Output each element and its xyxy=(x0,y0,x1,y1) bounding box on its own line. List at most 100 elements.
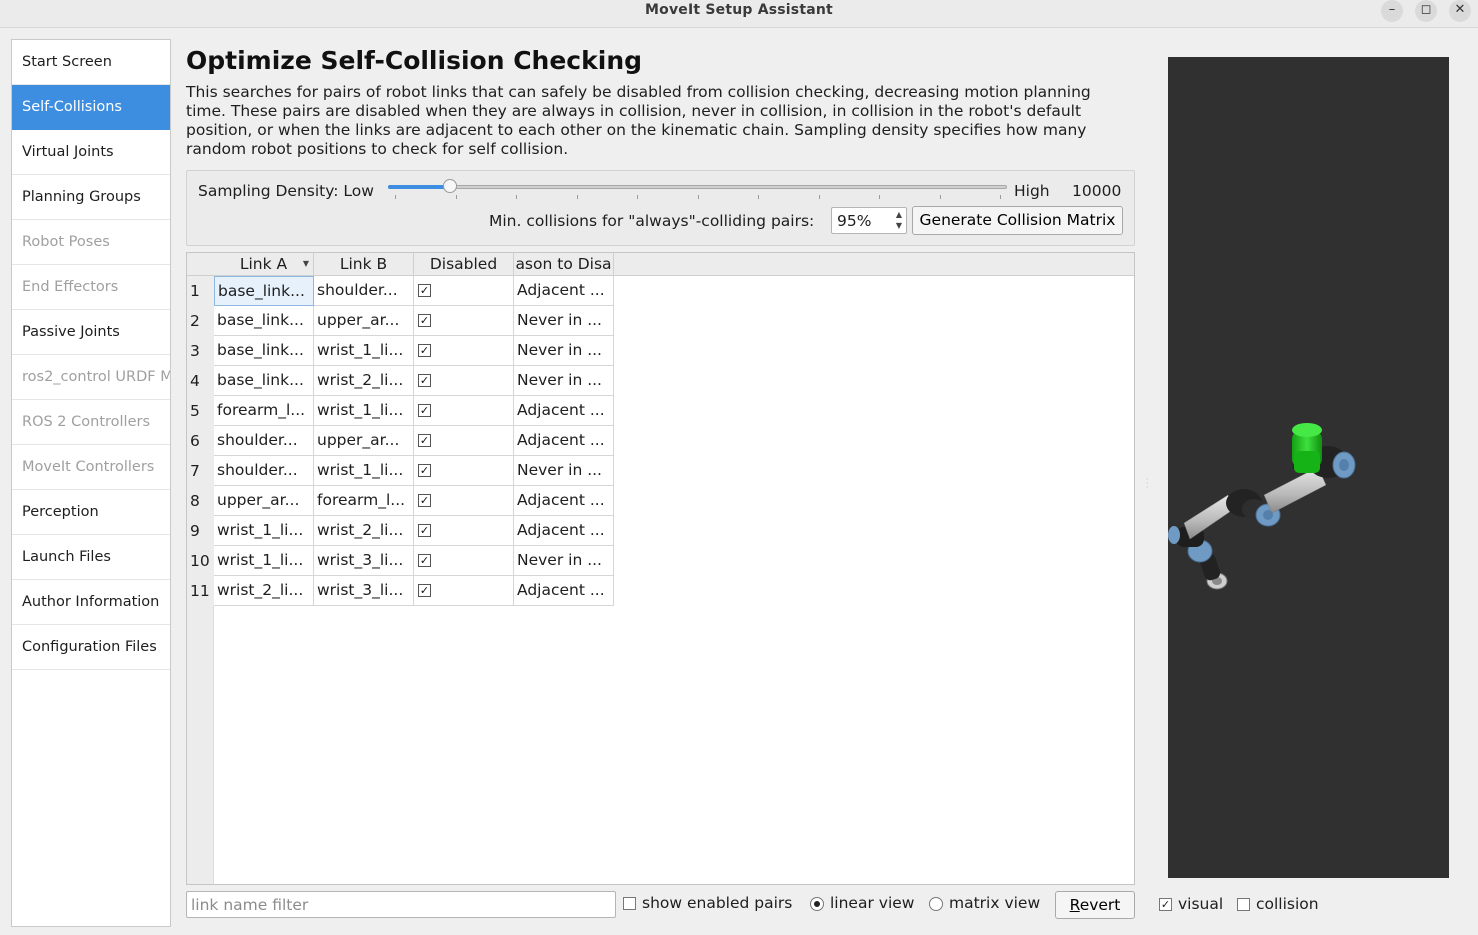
cell-disabled[interactable]: ✓ xyxy=(414,276,514,306)
cell-disabled[interactable]: ✓ xyxy=(414,456,514,486)
disabled-checkbox[interactable]: ✓ xyxy=(418,314,431,327)
cell-disabled[interactable]: ✓ xyxy=(414,426,514,456)
row-number[interactable]: 2 xyxy=(187,306,214,336)
column-header-disabled[interactable]: Disabled xyxy=(414,253,514,276)
row-number[interactable]: 3 xyxy=(187,336,214,366)
sidebar-item-end-effectors[interactable]: End Effectors xyxy=(12,265,170,310)
maximize-icon[interactable]: ◻ xyxy=(1415,0,1437,22)
cell-link-a[interactable]: forearm_l... xyxy=(214,396,314,426)
cell-disabled[interactable]: ✓ xyxy=(414,576,514,606)
cell-link-b[interactable]: forearm_l... xyxy=(314,486,414,516)
cell-link-a[interactable]: base_link... xyxy=(214,276,314,306)
disabled-checkbox[interactable]: ✓ xyxy=(418,404,431,417)
row-number[interactable]: 7 xyxy=(187,456,214,486)
row-number[interactable]: 11 xyxy=(187,576,214,606)
cell-reason[interactable]: Adjacent ... xyxy=(514,396,614,426)
row-number[interactable]: 6 xyxy=(187,426,214,456)
cell-disabled[interactable]: ✓ xyxy=(414,366,514,396)
cell-reason[interactable]: Never in ... xyxy=(514,336,614,366)
close-icon[interactable]: ✕ xyxy=(1449,0,1471,22)
cell-disabled[interactable]: ✓ xyxy=(414,516,514,546)
cell-link-a[interactable]: wrist_1_li... xyxy=(214,546,314,576)
cell-link-b[interactable]: upper_ar... xyxy=(314,426,414,456)
cell-reason[interactable]: Adjacent ... xyxy=(514,276,614,306)
column-header-link-b[interactable]: Link B xyxy=(314,253,414,276)
sidebar-item-launch-files[interactable]: Launch Files xyxy=(12,535,170,580)
disabled-checkbox[interactable]: ✓ xyxy=(418,554,431,567)
matrix-view-radio[interactable] xyxy=(929,897,943,911)
row-number[interactable]: 1 xyxy=(187,276,214,306)
cell-reason[interactable]: Adjacent ... xyxy=(514,516,614,546)
sidebar-item-ros2-control-urdf-mo[interactable]: ros2_control URDF Mo xyxy=(12,355,170,400)
collision-checkbox[interactable] xyxy=(1237,898,1250,911)
row-number[interactable]: 9 xyxy=(187,516,214,546)
slider-handle[interactable] xyxy=(442,179,457,193)
disabled-checkbox[interactable]: ✓ xyxy=(418,284,431,297)
cell-link-a[interactable]: upper_ar... xyxy=(214,486,314,516)
cell-reason[interactable]: Adjacent ... xyxy=(514,576,614,606)
cell-reason[interactable]: Adjacent ... xyxy=(514,486,614,516)
cell-link-b[interactable]: upper_ar... xyxy=(314,306,414,336)
sidebar-item-perception[interactable]: Perception xyxy=(12,490,170,535)
cell-link-a[interactable]: wrist_1_li... xyxy=(214,516,314,546)
cell-disabled[interactable]: ✓ xyxy=(414,546,514,576)
link-name-filter-input[interactable] xyxy=(186,891,616,918)
sidebar-item-passive-joints[interactable]: Passive Joints xyxy=(12,310,170,355)
row-number[interactable]: 5 xyxy=(187,396,214,426)
visual-checkbox[interactable]: ✓ xyxy=(1159,898,1172,911)
cell-reason[interactable]: Adjacent ... xyxy=(514,426,614,456)
disabled-checkbox[interactable]: ✓ xyxy=(418,584,431,597)
splitter-handle[interactable]: · · · xyxy=(1146,476,1149,492)
sidebar-item-author-information[interactable]: Author Information xyxy=(12,580,170,625)
cell-link-a[interactable]: shoulder... xyxy=(214,456,314,486)
cell-link-b[interactable]: wrist_3_li... xyxy=(314,576,414,606)
cell-reason[interactable]: Never in ... xyxy=(514,306,614,336)
column-header-link-a[interactable]: Link A ▼ xyxy=(214,253,314,276)
cell-link-a[interactable]: shoulder... xyxy=(214,426,314,456)
min-collisions-spinbox[interactable]: 95% ▲ ▼ xyxy=(831,207,907,234)
robot-3d-viewer[interactable] xyxy=(1168,57,1449,878)
disabled-checkbox[interactable]: ✓ xyxy=(418,494,431,507)
cell-link-b[interactable]: wrist_1_li... xyxy=(314,336,414,366)
linear-view-radio[interactable] xyxy=(810,897,824,911)
column-header-reason[interactable]: ason to Disa xyxy=(514,253,614,276)
disabled-checkbox[interactable]: ✓ xyxy=(418,344,431,357)
row-number[interactable]: 8 xyxy=(187,486,214,516)
cell-disabled[interactable]: ✓ xyxy=(414,336,514,366)
sidebar-item-virtual-joints[interactable]: Virtual Joints xyxy=(12,130,170,175)
cell-link-b[interactable]: wrist_1_li... xyxy=(314,396,414,426)
sidebar-item-start-screen[interactable]: Start Screen xyxy=(12,40,170,85)
cell-reason[interactable]: Never in ... xyxy=(514,546,614,576)
disabled-checkbox[interactable]: ✓ xyxy=(418,434,431,447)
sidebar-item-robot-poses[interactable]: Robot Poses xyxy=(12,220,170,265)
cell-reason[interactable]: Never in ... xyxy=(514,366,614,396)
cell-disabled[interactable]: ✓ xyxy=(414,486,514,516)
cell-link-a[interactable]: base_link... xyxy=(214,336,314,366)
cell-link-b[interactable]: wrist_1_li... xyxy=(314,456,414,486)
sidebar-item-planning-groups[interactable]: Planning Groups xyxy=(12,175,170,220)
cell-disabled[interactable]: ✓ xyxy=(414,396,514,426)
row-number[interactable]: 10 xyxy=(187,546,214,576)
row-number[interactable]: 4 xyxy=(187,366,214,396)
show-enabled-pairs-checkbox[interactable] xyxy=(623,897,636,910)
sidebar-item-configuration-files[interactable]: Configuration Files xyxy=(12,625,170,670)
cell-link-b[interactable]: shoulder... xyxy=(314,276,414,306)
cell-link-b[interactable]: wrist_2_li... xyxy=(314,366,414,396)
generate-collision-matrix-button[interactable]: Generate Collision Matrix xyxy=(912,206,1123,235)
cell-link-b[interactable]: wrist_3_li... xyxy=(314,546,414,576)
cell-link-b[interactable]: wrist_2_li... xyxy=(314,516,414,546)
cell-link-a[interactable]: base_link... xyxy=(214,366,314,396)
sidebar-item-moveit-controllers[interactable]: MoveIt Controllers xyxy=(12,445,170,490)
revert-button[interactable]: Revert xyxy=(1055,891,1135,919)
sidebar-item-self-collisions[interactable]: Self-Collisions xyxy=(12,85,170,130)
cell-link-a[interactable]: wrist_2_li... xyxy=(214,576,314,606)
minimize-icon[interactable]: – xyxy=(1381,0,1403,22)
disabled-checkbox[interactable]: ✓ xyxy=(418,374,431,387)
sidebar-item-ros-2-controllers[interactable]: ROS 2 Controllers xyxy=(12,400,170,445)
sampling-density-slider[interactable] xyxy=(388,185,1007,189)
cell-reason[interactable]: Never in ... xyxy=(514,456,614,486)
disabled-checkbox[interactable]: ✓ xyxy=(418,464,431,477)
disabled-checkbox[interactable]: ✓ xyxy=(418,524,431,537)
cell-disabled[interactable]: ✓ xyxy=(414,306,514,336)
cell-link-a[interactable]: base_link... xyxy=(214,306,314,336)
